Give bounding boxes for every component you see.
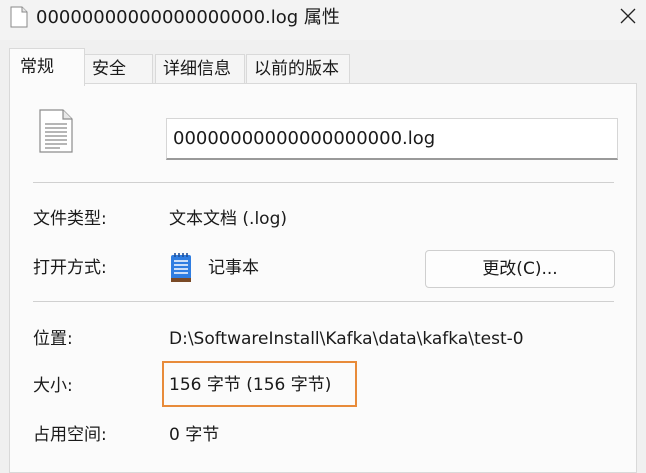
tab-security[interactable]: 安全 [84,54,153,84]
text-file-icon [39,109,73,153]
size-label: 大小: [33,376,73,396]
notepad-icon [171,253,191,282]
opens-with-value: 记事本 [208,258,259,278]
tab-general[interactable]: 常规 [9,48,85,86]
opens-with-label: 打开方式: [33,258,107,278]
tab-bar: 常规 安全 详细信息 以前的版本 [0,40,646,86]
size-on-disk-label: 占用空间: [33,425,107,445]
title-bar: 00000000000000000000.log 属性 [0,0,646,40]
document-icon [10,6,28,28]
highlight-box [162,361,357,407]
tab-details[interactable]: 详细信息 [155,54,245,84]
window-title: 00000000000000000000.log 属性 [36,7,340,28]
tab-previous-versions[interactable]: 以前的版本 [246,54,350,84]
filename-field[interactable] [166,118,618,160]
file-type-value: 文本文档 (.log) [169,209,287,229]
divider [33,301,614,302]
location-value: D:\SoftwareInstall\Kafka\data\kafka\test… [169,329,524,349]
close-button[interactable] [610,0,646,36]
location-label: 位置: [33,329,73,349]
change-button[interactable]: 更改(C)... [425,250,615,288]
file-type-label: 文件类型: [33,209,107,229]
close-icon [620,8,636,24]
size-on-disk-value: 0 字节 [169,425,220,445]
divider [33,182,614,183]
